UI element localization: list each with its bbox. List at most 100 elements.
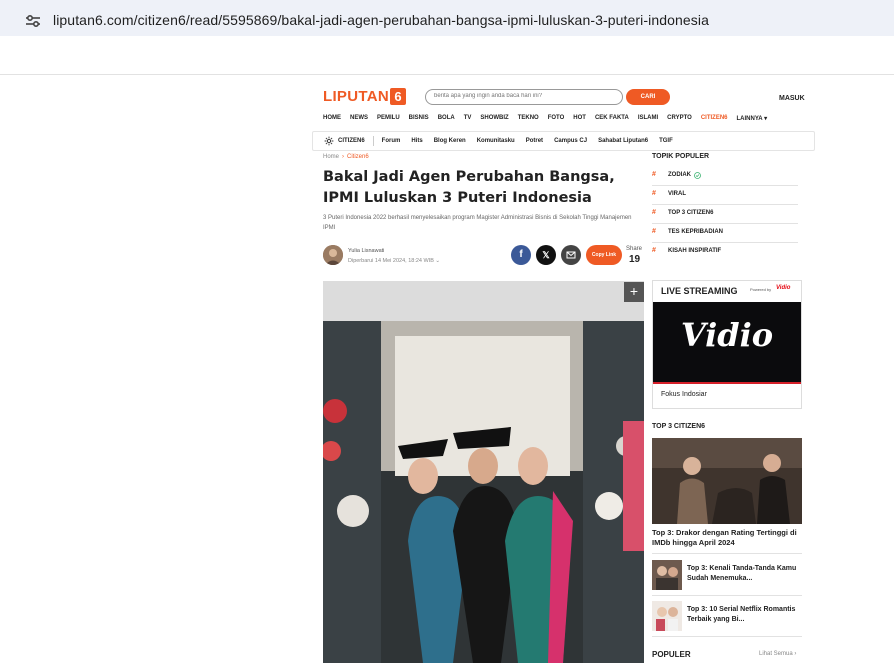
email-share-button[interactable] — [561, 245, 581, 265]
sidebar-divider — [652, 553, 802, 554]
url-text[interactable]: liputan6.com/citizen6/read/5595869/bakal… — [53, 12, 709, 28]
nav-item-tekno[interactable]: TEKNO — [518, 115, 539, 122]
subnav-item-potret[interactable]: Potret — [526, 138, 543, 144]
subnav-label[interactable]: CITIZEN6 — [338, 138, 365, 144]
site-settings-icon[interactable] — [24, 12, 42, 30]
article-hero-image[interactable] — [323, 281, 644, 663]
subnav-item-sahabat-liputan6[interactable]: Sahabat Liputan6 — [598, 138, 648, 144]
sidebar-divider — [652, 636, 802, 637]
search-button[interactable]: CARI — [626, 89, 670, 105]
x-share-button[interactable]: 𝕏 — [536, 245, 556, 265]
topik-label: ZODIAK — [668, 172, 691, 178]
topik-item-viral[interactable]: # VIRAL — [652, 186, 798, 205]
main-nav: HOME NEWS PEMILU BISNIS BOLA TV SHOWBIZ … — [323, 115, 776, 122]
facebook-share-button[interactable]: f — [511, 245, 531, 265]
logo-number: 6 — [389, 87, 406, 105]
topik-populer-heading: TOPIK POPULER — [652, 153, 710, 160]
article-date: Diperbarui 14 Mei 2024, 18:24 WIB ⌄ — [348, 258, 441, 264]
top3-citizen6-heading: TOP 3 CITIZEN6 — [652, 423, 706, 430]
top3-item-thumbnail[interactable] — [652, 560, 682, 590]
login-link[interactable]: MASUK — [779, 95, 805, 102]
topik-label: VIRAL — [668, 191, 686, 197]
thumbnail-image — [652, 560, 682, 590]
author-avatar[interactable] — [323, 245, 343, 265]
subnav-separator — [372, 136, 374, 146]
nav-item-bisnis[interactable]: BISNIS — [409, 115, 429, 122]
top3-item-thumbnail[interactable] — [652, 601, 682, 631]
plus-icon: + — [629, 283, 639, 299]
live-streaming-widget[interactable]: LIVE STREAMING Powered by Vidio Vidio Fo… — [652, 280, 802, 409]
nav-item-cek-fakta[interactable]: CEK FAKTA — [595, 115, 629, 122]
nav-item-crypto[interactable]: CRYPTO — [667, 115, 692, 122]
subnav-item-forum[interactable]: Forum — [382, 138, 401, 144]
breadcrumb-home[interactable]: Home — [323, 154, 339, 160]
nav-item-home[interactable]: HOME — [323, 115, 341, 122]
hash-icon: # — [652, 171, 656, 178]
nav-item-islami[interactable]: ISLAMI — [638, 115, 658, 122]
citizen6-subnav: CITIZEN6 Forum Hits Blog Keren Komunitas… — [312, 131, 815, 151]
nav-item-news[interactable]: NEWS — [350, 115, 368, 122]
top3-main-image[interactable] — [652, 438, 802, 524]
topik-item-tes-kepribadian[interactable]: # TES KEPRIBADIAN — [652, 224, 798, 243]
top3-item-headline[interactable]: Top 3: Kenali Tanda-Tanda Kamu Sudah Men… — [687, 564, 803, 584]
vidio-logo-small: Vidio — [776, 285, 791, 291]
nav-item-citizen6[interactable]: CITIZEN6 — [701, 115, 728, 122]
liputan6-logo[interactable]: LIPUTAN 6 — [323, 87, 406, 105]
logo-text: LIPUTAN — [323, 87, 389, 105]
topik-label: TOP 3 CITIZEN6 — [668, 210, 714, 216]
nav-item-pemilu[interactable]: PEMILU — [377, 115, 400, 122]
copy-link-button[interactable]: Copy Link — [586, 245, 622, 265]
hash-icon: # — [652, 190, 656, 197]
verified-check-icon — [694, 172, 701, 179]
nav-item-showbiz[interactable]: SHOWBIZ — [480, 115, 508, 122]
topik-label: KISAH INSPIRATIF — [668, 248, 722, 254]
hash-icon: # — [652, 209, 656, 216]
author-name[interactable]: Yulia Lisnawati — [348, 248, 384, 254]
browser-address-bar: liputan6.com/citizen6/read/5595869/bakal… — [0, 0, 894, 36]
drama-still-image — [652, 438, 802, 524]
hash-icon: # — [652, 228, 656, 235]
image-expand-button[interactable]: + — [624, 282, 644, 302]
breadcrumb: Home › Citizen6 — [323, 154, 369, 160]
top3-main-headline[interactable]: Top 3: Drakor dengan Rating Tertinggi di… — [652, 528, 802, 548]
url-field[interactable]: liputan6.com/citizen6/read/5595869/bakal… — [8, 3, 894, 33]
topik-item-zodiak[interactable]: # ZODIAK — [652, 167, 798, 186]
nav-item-hot[interactable]: HOT — [573, 115, 586, 122]
nav-item-bola[interactable]: BOLA — [438, 115, 455, 122]
article-description: 3 Puteri Indonesia 2022 berhasil menyele… — [323, 215, 632, 231]
search-box[interactable] — [425, 89, 623, 105]
graduation-photo — [323, 281, 644, 663]
nav-item-tv[interactable]: TV — [464, 115, 472, 122]
page-top-divider — [0, 74, 894, 75]
share-count: 19 — [629, 254, 641, 265]
breadcrumb-citizen6[interactable]: Citizen6 — [347, 154, 369, 160]
search-input[interactable] — [434, 93, 614, 99]
live-stream-banner[interactable]: Vidio — [653, 302, 801, 384]
see-all-link[interactable]: Lihat Semua › — [759, 651, 796, 657]
hash-icon: # — [652, 247, 656, 254]
subnav-item-tgif[interactable]: TGIF — [659, 138, 673, 144]
populer-heading: POPULER — [652, 650, 691, 659]
nav-item-foto[interactable]: FOTO — [548, 115, 565, 122]
powered-by-label: Powered by — [750, 287, 772, 292]
topik-label: TES KEPRIBADIAN — [668, 229, 724, 235]
subnav-item-blog-keren[interactable]: Blog Keren — [434, 138, 466, 144]
live-stream-caption[interactable]: Fokus Indosiar — [661, 391, 707, 398]
subnav-item-hits[interactable]: Hits — [411, 138, 422, 144]
breadcrumb-chevron-icon: › — [342, 154, 345, 160]
sidebar-divider — [652, 595, 802, 596]
nav-item-lainnya[interactable]: LAINNYA ▾ — [737, 115, 768, 122]
article-title: Bakal Jadi Agen Perubahan Bangsa, IPMI L… — [323, 169, 615, 206]
x-icon: 𝕏 — [542, 250, 550, 260]
email-icon — [566, 251, 576, 259]
avatar-image — [323, 245, 343, 265]
citizen6-icon — [324, 136, 334, 146]
topik-item-top3-citizen6[interactable]: # TOP 3 CITIZEN6 — [652, 205, 798, 224]
subnav-item-campus-cj[interactable]: Campus CJ — [554, 138, 587, 144]
top3-item-headline[interactable]: Top 3: 10 Serial Netflix Romantis Terbai… — [687, 605, 803, 625]
facebook-icon: f — [519, 249, 523, 260]
subnav-item-komunitasku[interactable]: Komunitasku — [477, 138, 515, 144]
topik-item-kisah-inspiratif[interactable]: # KISAH INSPIRATIF — [652, 243, 798, 262]
vidio-logo: Vidio — [680, 316, 774, 354]
thumbnail-image — [652, 601, 682, 631]
